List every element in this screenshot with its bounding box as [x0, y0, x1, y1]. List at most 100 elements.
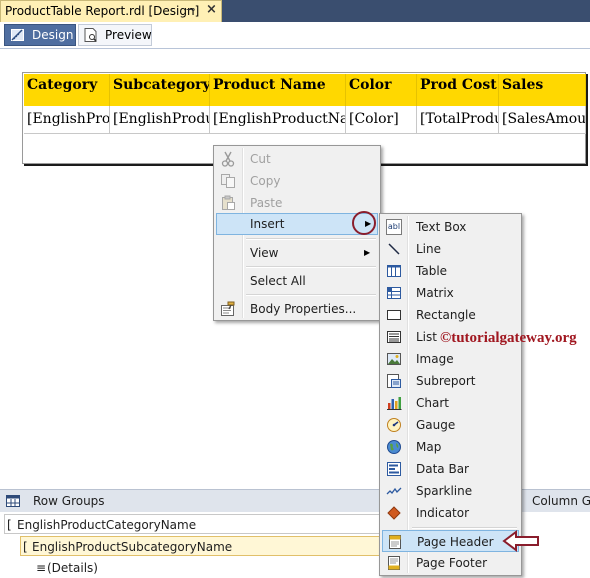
subreport-icon [387, 374, 401, 388]
menu-item-label: Chart [416, 396, 449, 410]
menu-item-cut[interactable]: Cut [216, 148, 378, 170]
menu-item-label: Table [416, 264, 448, 278]
group-bracket-icon: [ [23, 540, 28, 554]
row-group-category[interactable]: [ EnglishProductCategoryName [4, 514, 392, 534]
menu-item-label: Rectangle [416, 308, 476, 322]
row-group-details[interactable]: ≡ (Details) [34, 558, 334, 578]
insert-item-data-bar[interactable]: Data Bar [382, 458, 519, 480]
insert-item-map[interactable]: Map [382, 436, 519, 458]
insert-item-text-box[interactable]: abl Text Box [382, 216, 519, 238]
menu-item-label: Image [416, 352, 454, 366]
row-group-label: EnglishProductCategoryName [17, 518, 197, 532]
menu-item-label: Insert [250, 217, 285, 231]
data-cell-prod-cost[interactable]: [TotalProdu [417, 106, 499, 134]
menu-item-label: Map [416, 440, 442, 454]
menu-item-label: Subreport [416, 374, 476, 388]
menu-item-body-properties[interactable]: Body Properties... [216, 298, 378, 320]
indicator-icon [387, 506, 401, 520]
copy-icon [221, 174, 235, 188]
page-header-icon [389, 535, 401, 549]
insert-item-matrix[interactable]: Matrix [382, 282, 519, 304]
insert-item-indicator[interactable]: Indicator [382, 502, 519, 524]
menu-separator [246, 294, 376, 296]
tab-preview-label: Preview [105, 28, 152, 42]
row-groups-label: Row Groups [33, 494, 105, 508]
insert-item-line[interactable]: Line [382, 238, 519, 260]
header-cell-subcategory[interactable]: Subcategory [110, 74, 210, 106]
tab-design[interactable]: Design [4, 24, 76, 46]
insert-item-rectangle[interactable]: Rectangle [382, 304, 519, 326]
menu-item-label: Indicator [416, 506, 470, 520]
insert-item-page-footer[interactable]: Page Footer [382, 552, 519, 574]
map-globe-icon [387, 440, 401, 454]
row-group-label: (Details) [47, 561, 98, 575]
menu-item-label: Copy [250, 174, 281, 188]
insert-submenu: abl Text Box Line Table Matrix Rectangle [379, 213, 522, 576]
menu-item-label: List [416, 330, 437, 344]
matrix-icon [387, 287, 401, 299]
line-icon [388, 243, 400, 255]
scissors-icon [221, 151, 235, 167]
watermark: ©tutorialgateway.org [440, 330, 577, 346]
tab-design-label: Design [32, 28, 74, 42]
menu-item-view[interactable]: View ▶ [216, 242, 378, 264]
list-icon [387, 331, 401, 343]
rectangle-icon [387, 310, 401, 320]
product-tablix[interactable]: Category Subcategory Product Name Color … [24, 74, 586, 134]
pin-icon[interactable]: ⊸ [186, 3, 195, 16]
design-ruler-icon [11, 29, 24, 41]
menu-separator [412, 527, 517, 529]
data-cell-subcategory[interactable]: [EnglishProdu [110, 106, 210, 134]
menu-item-label: Data Bar [416, 462, 469, 476]
header-cell-color[interactable]: Color [346, 74, 417, 106]
header-cell-prod-cost[interactable]: Prod Cost [417, 74, 499, 106]
menu-item-label: View [250, 246, 279, 260]
databar-icon [387, 462, 401, 476]
insert-item-table[interactable]: Table [382, 260, 519, 282]
document-tab[interactable]: ProductTable Report.rdl [Design] ⊸ × [0, 0, 222, 22]
data-cell-color[interactable]: [Color] [346, 106, 417, 134]
preview-page-icon [84, 28, 97, 42]
group-bracket-icon: [ [7, 518, 12, 532]
insert-item-page-header[interactable]: Page Header [382, 530, 519, 552]
menu-item-label: Matrix [416, 286, 454, 300]
chart-icon [387, 397, 402, 410]
annotation-arrow-icon [502, 530, 539, 552]
image-icon [387, 353, 401, 365]
gauge-icon [387, 418, 401, 432]
menu-item-label: Page Footer [416, 556, 488, 570]
table-icon [387, 265, 401, 277]
menu-item-label: Sparkline [416, 484, 473, 498]
menu-separator [246, 266, 376, 268]
grouping-icon [6, 495, 20, 507]
row-group-label: EnglishProductSubcategoryName [32, 540, 233, 554]
menu-item-label: Text Box [416, 220, 467, 234]
menu-item-label: Body Properties... [250, 302, 357, 316]
menu-item-label: Gauge [416, 418, 456, 432]
insert-item-chart[interactable]: Chart [382, 392, 519, 414]
row-group-subcategory[interactable]: [ EnglishProductSubcategoryName [20, 536, 392, 556]
header-cell-product-name[interactable]: Product Name [210, 74, 346, 106]
menu-item-copy[interactable]: Copy [216, 170, 378, 192]
close-icon[interactable]: × [206, 2, 217, 17]
insert-item-subreport[interactable]: Subreport [382, 370, 519, 392]
page-footer-icon [388, 556, 400, 570]
submenu-arrow-icon: ▶ [364, 248, 371, 257]
menu-item-label: Cut [250, 152, 271, 166]
menu-item-select-all[interactable]: Select All [216, 270, 378, 292]
insert-item-image[interactable]: Image [382, 348, 519, 370]
data-cell-product-name[interactable]: [EnglishProductNa [210, 106, 346, 134]
data-cell-sales[interactable]: [SalesAmou [499, 106, 586, 134]
insert-item-sparkline[interactable]: Sparkline [382, 480, 519, 502]
data-cell-category[interactable]: [EnglishPro [24, 106, 110, 134]
header-cell-category[interactable]: Category [24, 74, 110, 106]
menu-item-label: Paste [250, 196, 283, 210]
menu-item-label: Line [416, 242, 442, 256]
textbox-icon: abl [386, 219, 402, 235]
sparkline-icon [386, 487, 402, 495]
header-cell-sales[interactable]: Sales [499, 74, 586, 106]
menu-item-paste[interactable]: Paste [216, 192, 378, 214]
tab-preview[interactable]: Preview [78, 24, 152, 46]
insert-item-gauge[interactable]: Gauge [382, 414, 519, 436]
paste-icon [222, 195, 235, 210]
